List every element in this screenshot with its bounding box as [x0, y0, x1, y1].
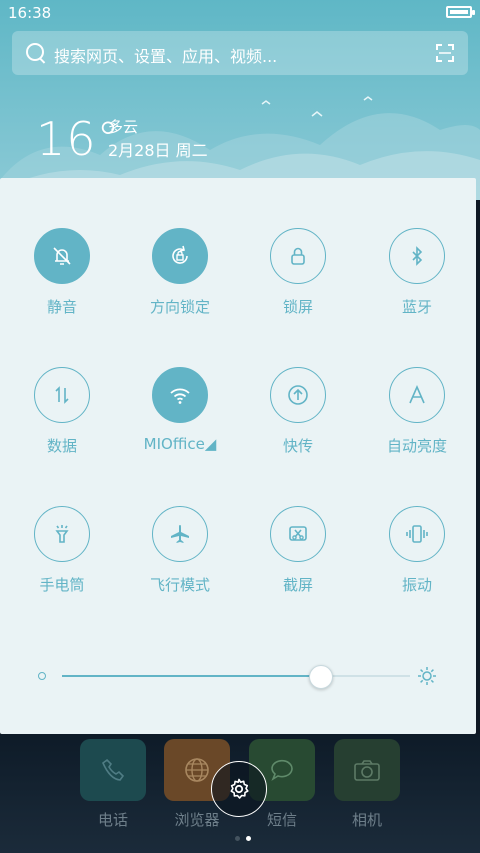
- battery-icon: [446, 6, 475, 18]
- toggle-label: 飞行模式: [149, 576, 210, 594]
- toggle-label: MIOffice◢: [143, 435, 217, 453]
- toggle-label: 静音: [46, 298, 77, 316]
- toggle-label: 方向锁定: [149, 298, 210, 316]
- page-dot: [235, 836, 240, 841]
- toggle-screenshot[interactable]: 截屏: [238, 506, 358, 595]
- brightness-thumb[interactable]: [308, 665, 333, 689]
- app-label: 相机: [351, 811, 382, 829]
- toggle-label: 锁屏: [282, 298, 313, 316]
- screenshot-icon: [270, 506, 326, 562]
- toggle-label: 手电筒: [39, 576, 85, 594]
- toggle-label: 振动: [401, 576, 432, 594]
- toggle-label: 数据: [46, 437, 77, 455]
- vibrate-icon: [389, 506, 445, 562]
- toggle-auto-brightness[interactable]: 自动亮度: [357, 367, 477, 456]
- toggle-mute[interactable]: 静音: [2, 228, 122, 317]
- weather-condition: 多云: [108, 118, 139, 136]
- app-phone[interactable]: 电话: [80, 739, 146, 830]
- scan-icon[interactable]: [436, 44, 454, 62]
- app-label: 电话: [97, 811, 128, 829]
- upload-icon: [270, 367, 326, 423]
- toggle-label: 蓝牙: [401, 298, 432, 316]
- quick-settings-panel: 静音 方向锁定 锁屏 蓝牙 数据 MIOffice◢ 快传 自动亮度 手电筒 飞…: [0, 178, 476, 734]
- brightness-fill: [62, 675, 320, 677]
- app-camera[interactable]: 相机: [334, 739, 400, 830]
- phone-icon: [80, 739, 146, 801]
- search-bar[interactable]: 搜索网页、设置、应用、视频...: [12, 31, 468, 75]
- app-label: 短信: [266, 811, 297, 829]
- auto-brightness-icon: [389, 367, 445, 423]
- status-time: 16:38: [8, 4, 52, 22]
- toggle-rotation-lock[interactable]: 方向锁定: [120, 228, 240, 317]
- page-indicator: [232, 826, 254, 845]
- toggle-lock-screen[interactable]: 锁屏: [238, 228, 358, 317]
- app-label: 浏览器: [174, 811, 220, 829]
- toggle-airplane-mode[interactable]: 飞行模式: [120, 506, 240, 595]
- data-transfer-icon: [34, 367, 90, 423]
- search-placeholder: 搜索网页、设置、应用、视频...: [54, 47, 278, 66]
- search-icon: [26, 43, 44, 61]
- bluetooth-icon: [389, 228, 445, 284]
- weather-header: 16:38 搜索网页、设置、应用、视频... 16° 多云 2月28日 周二: [0, 0, 480, 200]
- gear-icon: [230, 778, 249, 799]
- rotation-lock-icon: [152, 228, 208, 284]
- brightness-slider[interactable]: [38, 665, 438, 689]
- brightness-track[interactable]: [62, 665, 410, 689]
- toggle-label: 自动亮度: [386, 437, 447, 455]
- weather-date: 2月28日 周二: [108, 141, 208, 160]
- brightness-high-icon: [418, 667, 436, 685]
- mute-icon: [34, 228, 90, 284]
- toggle-quick-share[interactable]: 快传: [238, 367, 358, 456]
- settings-button[interactable]: [211, 761, 267, 817]
- toggle-flashlight[interactable]: 手电筒: [2, 506, 122, 595]
- flashlight-icon: [34, 506, 90, 562]
- brightness-low-icon: [38, 672, 46, 680]
- camera-icon: [334, 739, 400, 801]
- toggle-label: 快传: [282, 437, 313, 455]
- airplane-icon: [152, 506, 208, 562]
- wifi-icon: [152, 367, 208, 423]
- lock-icon: [270, 228, 326, 284]
- toggle-data[interactable]: 数据: [2, 367, 122, 456]
- toggle-bluetooth[interactable]: 蓝牙: [357, 228, 477, 317]
- toggle-label: 截屏: [282, 576, 313, 594]
- page-dot-active: [246, 836, 251, 841]
- toggle-vibrate[interactable]: 振动: [357, 506, 477, 595]
- toggle-wifi[interactable]: MIOffice◢: [120, 367, 240, 453]
